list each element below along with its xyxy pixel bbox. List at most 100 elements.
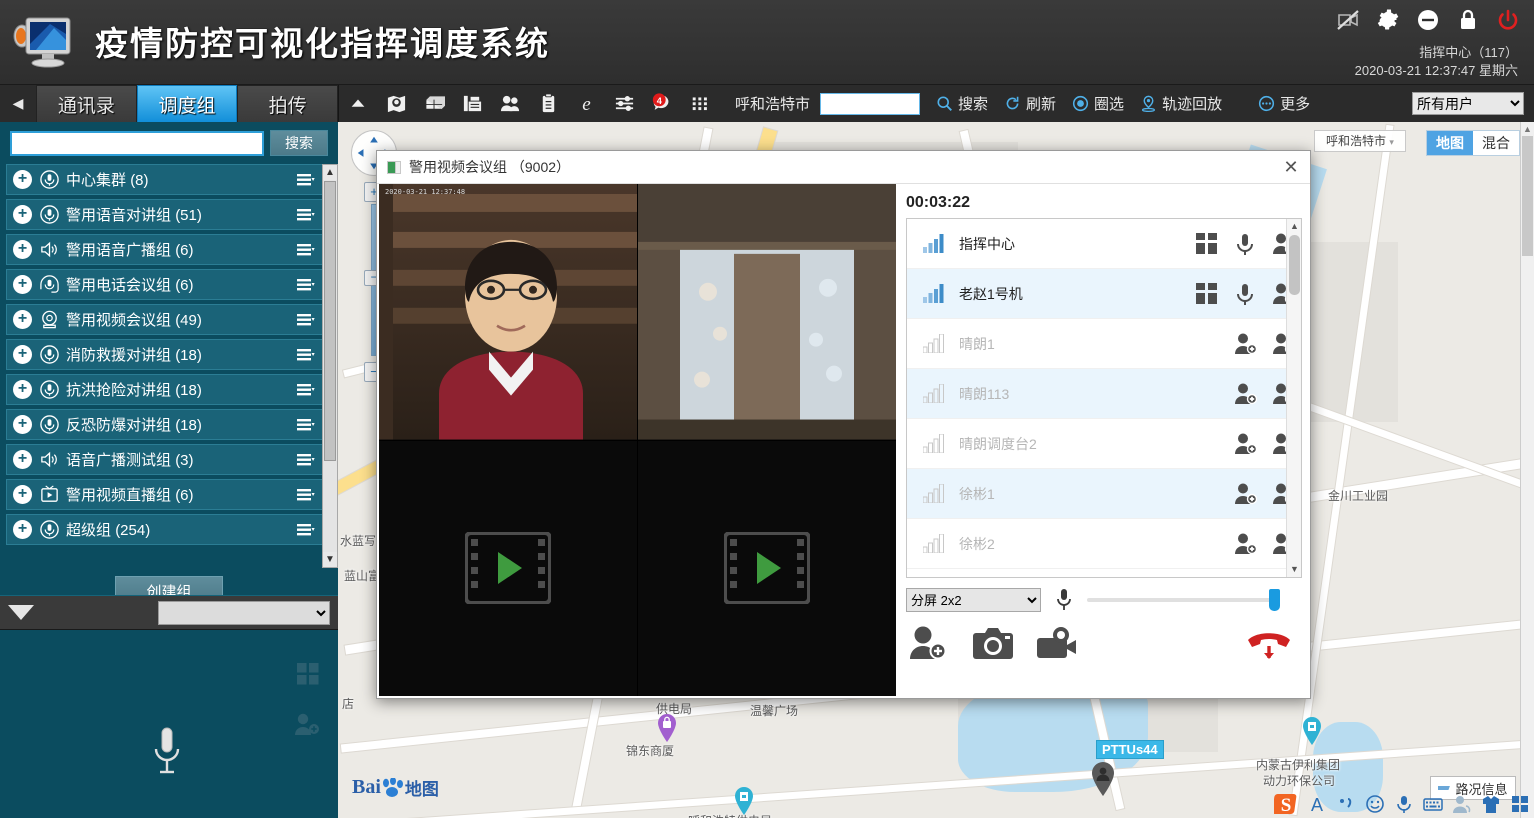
- microphone-icon[interactable]: [1233, 282, 1257, 306]
- add-participant-icon[interactable]: [908, 625, 950, 661]
- utility-poi-pin-icon[interactable]: [1301, 717, 1323, 745]
- group-list-item[interactable]: + 语音广播测试组 (3): [6, 444, 324, 475]
- volume-slider-thumb[interactable]: [1269, 589, 1280, 611]
- add-user-icon[interactable]: [1233, 482, 1257, 506]
- microphone-icon[interactable]: [1055, 588, 1073, 612]
- power-icon[interactable]: [1496, 8, 1520, 32]
- scroll-up-icon[interactable]: ▲: [1287, 219, 1301, 234]
- group-list-item[interactable]: + 反恐防爆对讲组 (18): [6, 409, 324, 440]
- tab-dispatch-groups[interactable]: 调度组: [136, 85, 238, 122]
- map-pin-icon[interactable]: [385, 93, 407, 115]
- member-row[interactable]: 晴朗调度台2: [907, 419, 1301, 469]
- map-refresh-button[interactable]: 刷新: [1004, 93, 1056, 114]
- tab-contacts[interactable]: 通讯录: [36, 85, 137, 122]
- camera-snapshot-icon[interactable]: [972, 625, 1014, 661]
- smiley-icon[interactable]: [1365, 794, 1385, 814]
- group-menu-icon[interactable]: [297, 417, 315, 433]
- member-row[interactable]: 晴朗1: [907, 319, 1301, 369]
- video-cell-1[interactable]: 2020-03-21 12:37:48: [379, 184, 637, 440]
- map-vertical-scrollbar[interactable]: ▲: [1520, 122, 1534, 818]
- close-icon[interactable]: ✕: [1280, 157, 1302, 179]
- add-user-icon[interactable]: [294, 712, 320, 736]
- user-filter-select[interactable]: 所有用户: [1412, 92, 1524, 115]
- triangle-up-icon[interactable]: [347, 93, 369, 115]
- chevron-left-icon[interactable]: ◀: [0, 85, 36, 122]
- group-menu-icon[interactable]: [297, 522, 315, 538]
- scrollbar-thumb[interactable]: [324, 181, 336, 461]
- minimize-icon[interactable]: [1416, 8, 1440, 32]
- group-menu-icon[interactable]: [297, 242, 315, 258]
- group-list-scrollbar[interactable]: ▲ ▼: [322, 164, 338, 568]
- add-user-icon[interactable]: [1233, 532, 1257, 556]
- group-menu-icon[interactable]: [297, 207, 315, 223]
- letter-a-icon[interactable]: A: [1307, 794, 1327, 814]
- collapse-triangle-icon[interactable]: [8, 605, 34, 620]
- fax-icon[interactable]: [461, 93, 483, 115]
- member-row[interactable]: 晴朗113: [907, 369, 1301, 419]
- group-list-item[interactable]: + 警用语音对讲组 (51): [6, 199, 324, 230]
- group-list-item[interactable]: + 警用视频会议组 (49): [6, 304, 324, 335]
- chat-badge-icon[interactable]: 4: [651, 93, 673, 115]
- member-list-scrollbar[interactable]: ▲ ▼: [1286, 219, 1301, 577]
- grid-icon[interactable]: [296, 662, 320, 686]
- split-mode-select[interactable]: 分屏 2x2: [906, 588, 1041, 612]
- microphone-icon[interactable]: [1233, 232, 1257, 256]
- scroll-up-icon[interactable]: ▲: [323, 165, 337, 180]
- add-user-icon[interactable]: [1233, 382, 1257, 406]
- group-list-item[interactable]: + 超级组 (254): [6, 514, 324, 545]
- tracked-unit-marker-icon[interactable]: [1090, 762, 1116, 796]
- ie-browser-icon[interactable]: e: [575, 93, 597, 115]
- add-to-group-icon[interactable]: +: [13, 450, 32, 469]
- hangup-icon[interactable]: [1246, 624, 1292, 662]
- map-search-input[interactable]: [820, 92, 921, 115]
- shopping-poi-pin-icon[interactable]: [656, 714, 678, 742]
- video-cell-4[interactable]: [638, 440, 896, 696]
- member-row[interactable]: 徐彬1: [907, 469, 1301, 519]
- map-type-standard[interactable]: 地图: [1427, 131, 1473, 155]
- microphone-icon[interactable]: [1394, 794, 1414, 814]
- map-type-hybrid[interactable]: 混合: [1473, 131, 1519, 155]
- grid-apps-icon[interactable]: [689, 93, 711, 115]
- group-menu-icon[interactable]: [297, 347, 315, 363]
- video-cell-2[interactable]: [638, 184, 896, 440]
- map-track-playback-button[interactable]: 轨迹回放: [1140, 93, 1222, 114]
- layers-icon[interactable]: [423, 93, 445, 115]
- add-user-icon[interactable]: [1233, 432, 1257, 456]
- map-circle-select-button[interactable]: 圈选: [1072, 93, 1124, 114]
- group-menu-icon[interactable]: [297, 312, 315, 328]
- sliders-icon[interactable]: [613, 93, 635, 115]
- tracked-unit-label[interactable]: PTTUs44: [1096, 740, 1164, 759]
- member-row[interactable]: 指挥中心: [907, 219, 1301, 269]
- volume-slider[interactable]: [1087, 589, 1280, 611]
- member-row[interactable]: 老赵1号机: [907, 269, 1301, 319]
- add-to-group-icon[interactable]: +: [13, 275, 32, 294]
- person-icon[interactable]: [1452, 794, 1472, 814]
- group-menu-icon[interactable]: [297, 382, 315, 398]
- microphone-icon[interactable]: [152, 725, 182, 780]
- add-to-group-icon[interactable]: +: [13, 485, 32, 504]
- grid-icon[interactable]: [1195, 232, 1219, 256]
- group-list-item[interactable]: + 警用语音广播组 (6): [6, 234, 324, 265]
- add-to-group-icon[interactable]: +: [13, 205, 32, 224]
- map-search-button[interactable]: 搜索: [936, 93, 988, 114]
- utility-poi-pin-icon[interactable]: [733, 787, 755, 815]
- tab-media-upload[interactable]: 拍传: [237, 85, 339, 122]
- group-list-item[interactable]: + 警用视频直播组 (6): [6, 479, 324, 510]
- grid-icon[interactable]: [1510, 794, 1530, 814]
- group-list-item[interactable]: + 警用电话会议组 (6): [6, 269, 324, 300]
- scroll-down-icon[interactable]: ▼: [323, 552, 337, 567]
- grid-icon[interactable]: [1195, 282, 1219, 306]
- sidebar-search-input[interactable]: [10, 130, 264, 156]
- add-user-icon[interactable]: [1233, 332, 1257, 356]
- group-list-item[interactable]: + 抗洪抢险对讲组 (18): [6, 374, 324, 405]
- scrollbar-thumb[interactable]: [1289, 235, 1300, 295]
- add-to-group-icon[interactable]: +: [13, 415, 32, 434]
- add-to-group-icon[interactable]: +: [13, 345, 32, 364]
- sidebar-search-button[interactable]: 搜索: [270, 130, 328, 156]
- add-to-group-icon[interactable]: +: [13, 380, 32, 399]
- scroll-down-icon[interactable]: ▼: [1287, 562, 1301, 577]
- add-to-group-icon[interactable]: +: [13, 310, 32, 329]
- keyboard-icon[interactable]: [1423, 794, 1443, 814]
- gear-icon[interactable]: [1376, 8, 1400, 32]
- group-menu-icon[interactable]: [297, 487, 315, 503]
